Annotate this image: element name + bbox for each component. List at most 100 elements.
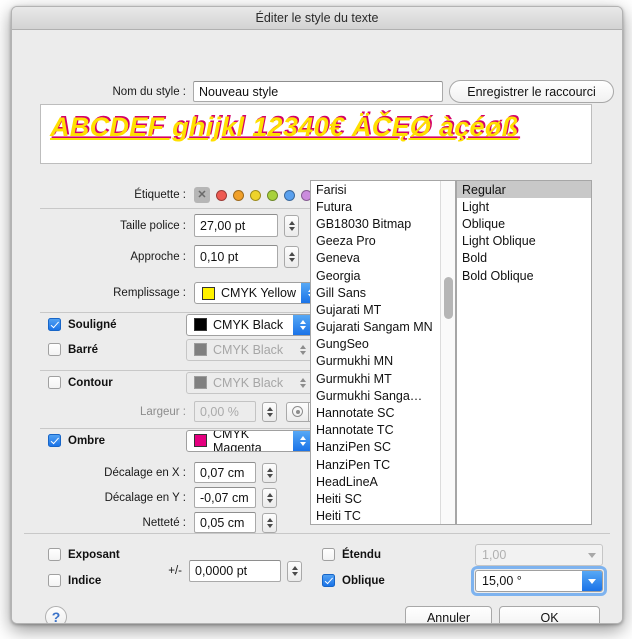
- font-family-list-item[interactable]: Gurmukhi MT: [311, 370, 455, 387]
- subscript-label: Indice: [68, 575, 101, 587]
- font-style-list-items[interactable]: RegularLightObliqueLight ObliqueBoldBold…: [457, 181, 591, 284]
- extended-label: Étendu: [342, 549, 381, 561]
- shadow-offset-y-input[interactable]: -0,07 cm: [194, 487, 256, 508]
- font-style-list-item[interactable]: Oblique: [457, 215, 591, 232]
- shadow-label: Ombre: [68, 435, 105, 447]
- font-style-list-item[interactable]: Bold Oblique: [457, 267, 591, 284]
- font-family-list-item[interactable]: Gujarati MT: [311, 301, 455, 318]
- outline-color-value: CMYK Black: [213, 376, 283, 390]
- font-family-list-item[interactable]: Heiti SC: [311, 490, 455, 507]
- shadow-sharpness-stepper[interactable]: [262, 513, 277, 533]
- shadow-checkbox[interactable]: [48, 434, 61, 447]
- font-family-item-label: GungSeo: [316, 337, 369, 351]
- font-family-list-item[interactable]: Geeza Pro: [311, 233, 455, 250]
- shadow-sharpness-input[interactable]: 0,05 cm: [194, 512, 256, 533]
- outline-width-stepper[interactable]: [262, 402, 277, 422]
- tag-none-glyph: ✕: [197, 190, 206, 201]
- offset-input[interactable]: 0,0000 pt: [189, 560, 281, 582]
- font-family-list-item[interactable]: Heiti TC: [311, 508, 455, 525]
- underline-checkbox[interactable]: [48, 318, 61, 331]
- oblique-label: Oblique: [342, 575, 385, 587]
- tag-dot-red[interactable]: [216, 190, 227, 201]
- outline-row: Contour CMYK Black: [48, 376, 113, 389]
- font-family-list-item[interactable]: GungSeo: [311, 336, 455, 353]
- underline-row: Souligné CMYK Black: [48, 318, 117, 331]
- offset-stepper[interactable]: [287, 561, 302, 582]
- save-shortcut-button[interactable]: Enregistrer le raccourci: [449, 80, 614, 103]
- underline-color-popup[interactable]: CMYK Black: [186, 314, 314, 336]
- superscript-label: Exposant: [68, 549, 120, 561]
- font-family-list[interactable]: FarisiFuturaGB18030 BitmapGeeza ProGenev…: [310, 180, 456, 525]
- font-family-item-label: HanziPen SC: [316, 440, 391, 454]
- save-shortcut-label: Enregistrer le raccourci: [467, 85, 596, 99]
- font-family-list-item[interactable]: Futura: [311, 198, 455, 215]
- outline-hollow-button[interactable]: [286, 402, 308, 422]
- oblique-chevron-down-icon: [582, 571, 602, 591]
- tag-dot-orange[interactable]: [233, 190, 244, 201]
- tag-dot-green[interactable]: [267, 190, 278, 201]
- superscript-checkbox[interactable]: [48, 548, 61, 561]
- font-family-list-item[interactable]: Hannotate SC: [311, 404, 455, 421]
- font-list-scrollbar-thumb[interactable]: [444, 277, 453, 319]
- font-family-item-label: Heiti TC: [316, 509, 361, 523]
- tracking-value: 0,10 pt: [200, 250, 238, 264]
- font-family-list-item[interactable]: HanziPen SC: [311, 439, 455, 456]
- font-style-list-item[interactable]: Light Oblique: [457, 233, 591, 250]
- dialog-window: Éditer le style du texte Nom du style : …: [11, 6, 623, 624]
- extended-checkbox[interactable]: [322, 548, 335, 561]
- font-size-label: Taille police :: [104, 220, 186, 232]
- font-style-list-item[interactable]: Bold: [457, 250, 591, 267]
- tag-dot-blue[interactable]: [284, 190, 295, 201]
- font-family-item-label: Gill Sans: [316, 286, 366, 300]
- tracking-input[interactable]: 0,10 pt: [194, 245, 278, 268]
- superscript-row: Exposant: [48, 548, 120, 561]
- font-family-item-label: Geneva: [316, 251, 360, 265]
- font-style-list-item[interactable]: Light: [457, 198, 591, 215]
- font-family-list-item[interactable]: Gurmukhi MN: [311, 353, 455, 370]
- tag-dot-yellow[interactable]: [250, 190, 261, 201]
- shadow-offset-y-stepper[interactable]: [262, 488, 277, 508]
- subscript-checkbox[interactable]: [48, 574, 61, 587]
- shadow-offset-y-label: Décalage en Y :: [94, 492, 186, 504]
- shadow-sharpness-label: Netteté :: [94, 517, 186, 529]
- font-family-list-item[interactable]: Georgia: [311, 267, 455, 284]
- tag-row: Étiquette : ✕: [110, 187, 332, 203]
- font-style-list[interactable]: RegularLightObliqueLight ObliqueBoldBold…: [456, 180, 592, 525]
- tracking-stepper[interactable]: [284, 246, 299, 268]
- ok-button[interactable]: OK: [499, 606, 600, 624]
- strikethrough-checkbox[interactable]: [48, 343, 61, 356]
- font-family-list-item[interactable]: Gurmukhi Sanga…: [311, 387, 455, 404]
- style-name-input[interactable]: Nouveau style: [193, 81, 443, 102]
- shadow-offset-x-input[interactable]: 0,07 cm: [194, 462, 256, 483]
- tag-none-button[interactable]: ✕: [194, 187, 210, 203]
- shadow-offset-x-stepper[interactable]: [262, 463, 277, 483]
- font-family-list-items[interactable]: FarisiFuturaGB18030 BitmapGeeza ProGenev…: [311, 181, 455, 525]
- font-family-item-label: Gurmukhi MN: [316, 354, 393, 368]
- shadow-color-popup[interactable]: CMYK Magenta: [186, 430, 314, 452]
- font-family-list-item[interactable]: Geneva: [311, 250, 455, 267]
- font-list-scrollbar[interactable]: [440, 181, 455, 524]
- font-family-item-label: Gurmukhi Sanga…: [316, 389, 422, 403]
- style-name-label: Nom du style :: [90, 86, 186, 98]
- font-family-list-item[interactable]: Gujarati Sangam MN: [311, 319, 455, 336]
- font-family-list-item[interactable]: Hannotate TC: [311, 422, 455, 439]
- shadow-offset-x-label: Décalage en X :: [94, 467, 186, 479]
- help-button[interactable]: ?: [45, 606, 67, 624]
- font-size-stepper[interactable]: [284, 215, 299, 237]
- font-family-list-item[interactable]: Farisi: [311, 181, 455, 198]
- fill-color-popup[interactable]: CMYK Yellow: [194, 282, 322, 304]
- font-family-list-item[interactable]: Gill Sans: [311, 284, 455, 301]
- cancel-button[interactable]: Annuler: [405, 606, 492, 624]
- font-family-item-label: Georgia: [316, 269, 360, 283]
- font-family-list-item[interactable]: HeadLineA: [311, 473, 455, 490]
- font-size-input[interactable]: 27,00 pt: [194, 214, 278, 237]
- font-style-list-item[interactable]: Regular: [457, 181, 591, 198]
- oblique-value: 15,00 °: [482, 574, 522, 588]
- outline-label: Contour: [68, 377, 113, 389]
- oblique-checkbox[interactable]: [322, 574, 335, 587]
- oblique-value-combo[interactable]: 15,00 °: [475, 570, 603, 592]
- font-family-list-item[interactable]: HanziPen TC: [311, 456, 455, 473]
- outline-checkbox[interactable]: [48, 376, 61, 389]
- font-family-list-item[interactable]: GB18030 Bitmap: [311, 215, 455, 232]
- font-family-item-label: Farisi: [316, 183, 347, 197]
